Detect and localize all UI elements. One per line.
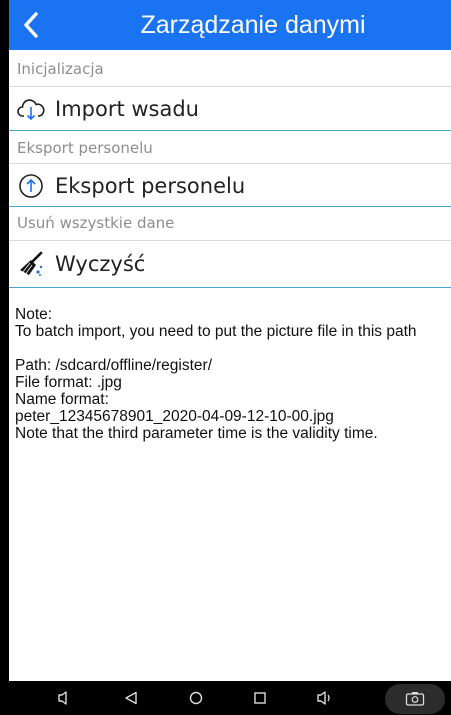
- section-label-export: Eksport personelu: [17, 139, 153, 157]
- section-label-delete-all: Usuń wszystkie dane: [17, 214, 175, 232]
- note-validity: Note that the third parameter time is th…: [15, 425, 378, 442]
- divider: [9, 287, 451, 288]
- divider: [9, 206, 451, 207]
- home-circle-icon: [189, 691, 203, 705]
- screen: Zarządzanie danymi Inicjalizacja Import …: [9, 0, 451, 681]
- batch-import-notes: Note: To batch import, you need to put t…: [15, 306, 451, 442]
- recents-square-icon: [254, 692, 266, 704]
- note-text: To batch import, you need to put the pic…: [15, 323, 417, 340]
- cloud-download-icon: [17, 95, 45, 123]
- clear-label: Wyczyść: [55, 252, 146, 276]
- note-name-format-heading: Name format:: [15, 391, 109, 408]
- note-path: Path: /sdcard/offline/register/: [15, 357, 213, 374]
- divider: [9, 86, 451, 87]
- divider: [9, 163, 451, 164]
- note-name-format-example: peter_12345678901_2020-04-09-12-10-00.jp…: [15, 408, 334, 425]
- back-nav-button[interactable]: [111, 681, 151, 715]
- clear-button[interactable]: Wyczyść: [9, 243, 451, 285]
- note-file-format: File format: .jpg: [15, 374, 122, 391]
- chevron-left-icon: [24, 12, 38, 38]
- volume-down-icon: [58, 691, 67, 705]
- page-title: Zarządzanie danymi: [140, 10, 366, 39]
- circle-arrow-up-icon: [17, 172, 45, 200]
- volume-up-icon: [317, 691, 330, 705]
- import-batch-button[interactable]: Import wsadu: [9, 88, 451, 130]
- volume-up-button[interactable]: [305, 681, 345, 715]
- home-nav-button[interactable]: [176, 681, 216, 715]
- export-personnel-label: Eksport personelu: [55, 174, 246, 198]
- note-heading: Note:: [15, 306, 53, 323]
- recents-nav-button[interactable]: [240, 681, 280, 715]
- import-batch-label: Import wsadu: [55, 97, 199, 121]
- top-app-bar: Zarządzanie danymi: [9, 0, 451, 50]
- volume-down-button[interactable]: [45, 681, 85, 715]
- divider: [9, 130, 451, 131]
- export-personnel-button[interactable]: Eksport personelu: [9, 165, 451, 207]
- screenshot-icon: [405, 692, 425, 706]
- back-triangle-icon: [125, 691, 137, 705]
- divider: [9, 240, 451, 241]
- back-button[interactable]: [9, 0, 53, 50]
- system-navigation-bar: [9, 681, 451, 715]
- broom-icon: [17, 250, 45, 278]
- screenshot-button[interactable]: [385, 684, 445, 714]
- section-label-initialization: Inicjalizacja: [17, 60, 104, 78]
